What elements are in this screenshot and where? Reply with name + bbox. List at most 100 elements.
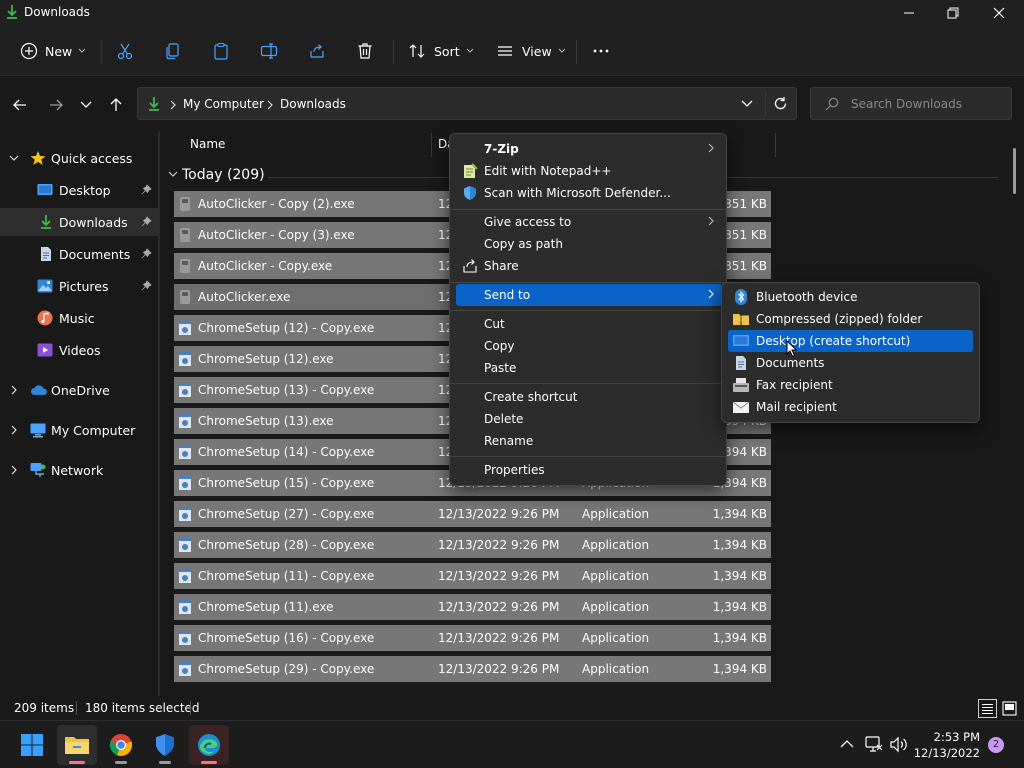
address-bar[interactable]: My Computer Downloads — [137, 87, 797, 120]
column-header-name[interactable]: Name — [190, 137, 225, 151]
download-icon — [7, 5, 17, 19]
sidebar-item-downloads[interactable]: Downloads — [0, 208, 158, 236]
share-button[interactable] — [308, 38, 326, 64]
installer-file-icon — [179, 383, 191, 397]
chevron-down-icon[interactable] — [741, 100, 753, 108]
rename-button[interactable] — [260, 38, 278, 64]
menu-item-delete[interactable]: Delete — [456, 408, 722, 430]
start-button[interactable] — [12, 725, 52, 765]
up-button[interactable] — [106, 95, 126, 115]
table-row[interactable]: ChromeSetup (29) - Copy.exe 12/13/2022 9:… — [174, 656, 771, 682]
search-box[interactable]: Search Downloads — [810, 87, 1012, 120]
column-divider[interactable] — [431, 133, 432, 157]
exe-file-icon — [180, 197, 190, 211]
copy-button[interactable] — [164, 38, 182, 64]
table-row[interactable]: ChromeSetup (11).exe 12/13/2022 9:26 PM Ap… — [174, 594, 771, 620]
tiles-view-button[interactable] — [1001, 700, 1018, 717]
menu-item-cut[interactable]: Cut — [456, 313, 722, 335]
paste-button[interactable] — [212, 38, 230, 64]
sort-button[interactable]: Sort — [408, 38, 474, 64]
system-clock[interactable]: 2:53 PM 12/13/2022 — [906, 729, 980, 761]
table-row[interactable]: ChromeSetup (11) - Copy.exe 12/13/2022 9:… — [174, 563, 771, 589]
sidebar-item-videos[interactable]: Videos — [0, 336, 158, 364]
music-icon — [37, 310, 53, 326]
new-button[interactable]: New — [20, 38, 86, 64]
menu-item-copy-as-path[interactable]: Copy as path — [456, 233, 722, 255]
menu-item-share[interactable]: Share — [456, 255, 722, 277]
vertical-scrollbar[interactable] — [1013, 148, 1016, 194]
menu-item-properties[interactable]: Properties — [456, 459, 722, 481]
file-date: 12/13/2022 9:26 PM — [438, 538, 560, 552]
menu-item-scan-defender[interactable]: Scan with Microsoft Defender... — [456, 182, 722, 204]
table-row[interactable]: ChromeSetup (28) - Copy.exe 12/13/2022 9:… — [174, 532, 771, 558]
scissors-icon — [117, 43, 133, 60]
refresh-icon[interactable] — [773, 96, 788, 111]
details-view-button[interactable] — [978, 699, 997, 718]
fax-icon — [733, 378, 749, 392]
taskbar-file-explorer[interactable] — [57, 725, 97, 765]
submenu-item-desktop-shortcut[interactable]: Desktop (create shortcut) — [728, 330, 973, 352]
restore-button[interactable] — [930, 0, 976, 26]
menu-item-give-access[interactable]: Give access to — [456, 211, 722, 233]
breadcrumb-downloads[interactable]: Downloads — [280, 97, 346, 111]
pin-icon[interactable] — [141, 184, 152, 195]
minimize-button[interactable] — [886, 0, 932, 26]
taskbar-defender[interactable] — [145, 725, 185, 765]
sidebar-item-documents[interactable]: Documents — [0, 240, 158, 268]
exe-file-icon — [180, 228, 190, 242]
column-divider[interactable] — [775, 133, 776, 157]
plus-circle-icon — [20, 42, 38, 60]
menu-item-rename[interactable]: Rename — [456, 430, 722, 452]
sidebar-item-desktop[interactable]: Desktop — [0, 176, 158, 204]
chevron-up-icon[interactable] — [840, 739, 854, 749]
submenu-item-compressed-folder[interactable]: Compressed (zipped) folder — [728, 308, 973, 330]
menu-item-send-to[interactable]: Send to — [456, 284, 722, 306]
file-size: 1,394 KB — [712, 631, 767, 645]
notification-badge[interactable]: 2 — [988, 737, 1004, 753]
table-row[interactable]: ChromeSetup (16) - Copy.exe 12/13/2022 9:… — [174, 625, 771, 651]
pin-icon[interactable] — [141, 280, 152, 291]
view-button[interactable]: View — [496, 38, 566, 64]
file-date: 12/13/2022 9:26 PM — [438, 569, 560, 583]
submenu-item-label: Mail recipient — [756, 400, 837, 414]
sidebar-item-music[interactable]: Music — [0, 304, 158, 332]
menu-item-paste[interactable]: Paste — [456, 357, 722, 379]
pin-icon[interactable] — [141, 216, 152, 227]
sidebar-item-label: Videos — [59, 343, 101, 358]
pin-icon[interactable] — [141, 248, 152, 259]
taskbar-edge[interactable] — [189, 725, 229, 765]
menu-item-label: Cut — [484, 317, 505, 331]
table-row[interactable]: ChromeSetup (27) - Copy.exe 12/13/2022 9:… — [174, 501, 771, 527]
sidebar-item-my-computer[interactable]: My Computer — [0, 416, 158, 444]
breadcrumb-my-computer[interactable]: My Computer — [183, 97, 264, 111]
submenu-item-label: Compressed (zipped) folder — [756, 312, 923, 326]
sidebar-item-network[interactable]: Network — [0, 456, 158, 484]
navigation-pane: Quick access Desktop Downloads Documents… — [0, 131, 158, 696]
sidebar-item-pictures[interactable]: Pictures — [0, 272, 158, 300]
submenu-item-fax[interactable]: Fax recipient — [728, 374, 973, 396]
close-button[interactable] — [976, 0, 1022, 26]
taskbar: 2:53 PM 12/13/2022 2 — [0, 720, 1024, 768]
menu-item-7zip[interactable]: 7-Zip — [456, 138, 722, 160]
windows-logo-icon — [21, 734, 43, 756]
menu-item-create-shortcut[interactable]: Create shortcut — [456, 386, 722, 408]
sidebar-item-onedrive[interactable]: OneDrive — [0, 376, 158, 404]
back-button[interactable] — [10, 95, 30, 115]
menu-item-copy[interactable]: Copy — [456, 335, 722, 357]
menu-item-edit-notepadpp[interactable]: Edit with Notepad++ — [456, 160, 722, 182]
sidebar-item-quick-access[interactable]: Quick access — [0, 144, 158, 172]
menu-item-label: 7-Zip — [484, 142, 519, 156]
submenu-item-mail[interactable]: Mail recipient — [728, 396, 973, 418]
delete-button[interactable] — [356, 38, 374, 64]
recent-locations-button[interactable] — [76, 95, 96, 115]
submenu-item-bluetooth[interactable]: Bluetooth device — [728, 286, 973, 308]
file-name: ChromeSetup (12).exe — [198, 352, 334, 366]
forward-button[interactable] — [46, 95, 66, 115]
taskbar-chrome[interactable] — [101, 725, 141, 765]
mouse-cursor-icon — [786, 340, 798, 358]
group-header[interactable]: Today (209) — [168, 167, 265, 183]
submenu-item-documents[interactable]: Documents — [728, 352, 973, 374]
network-monitor-icon[interactable] — [865, 736, 883, 753]
cut-button[interactable] — [116, 38, 134, 64]
more-options-button[interactable] — [592, 38, 610, 64]
